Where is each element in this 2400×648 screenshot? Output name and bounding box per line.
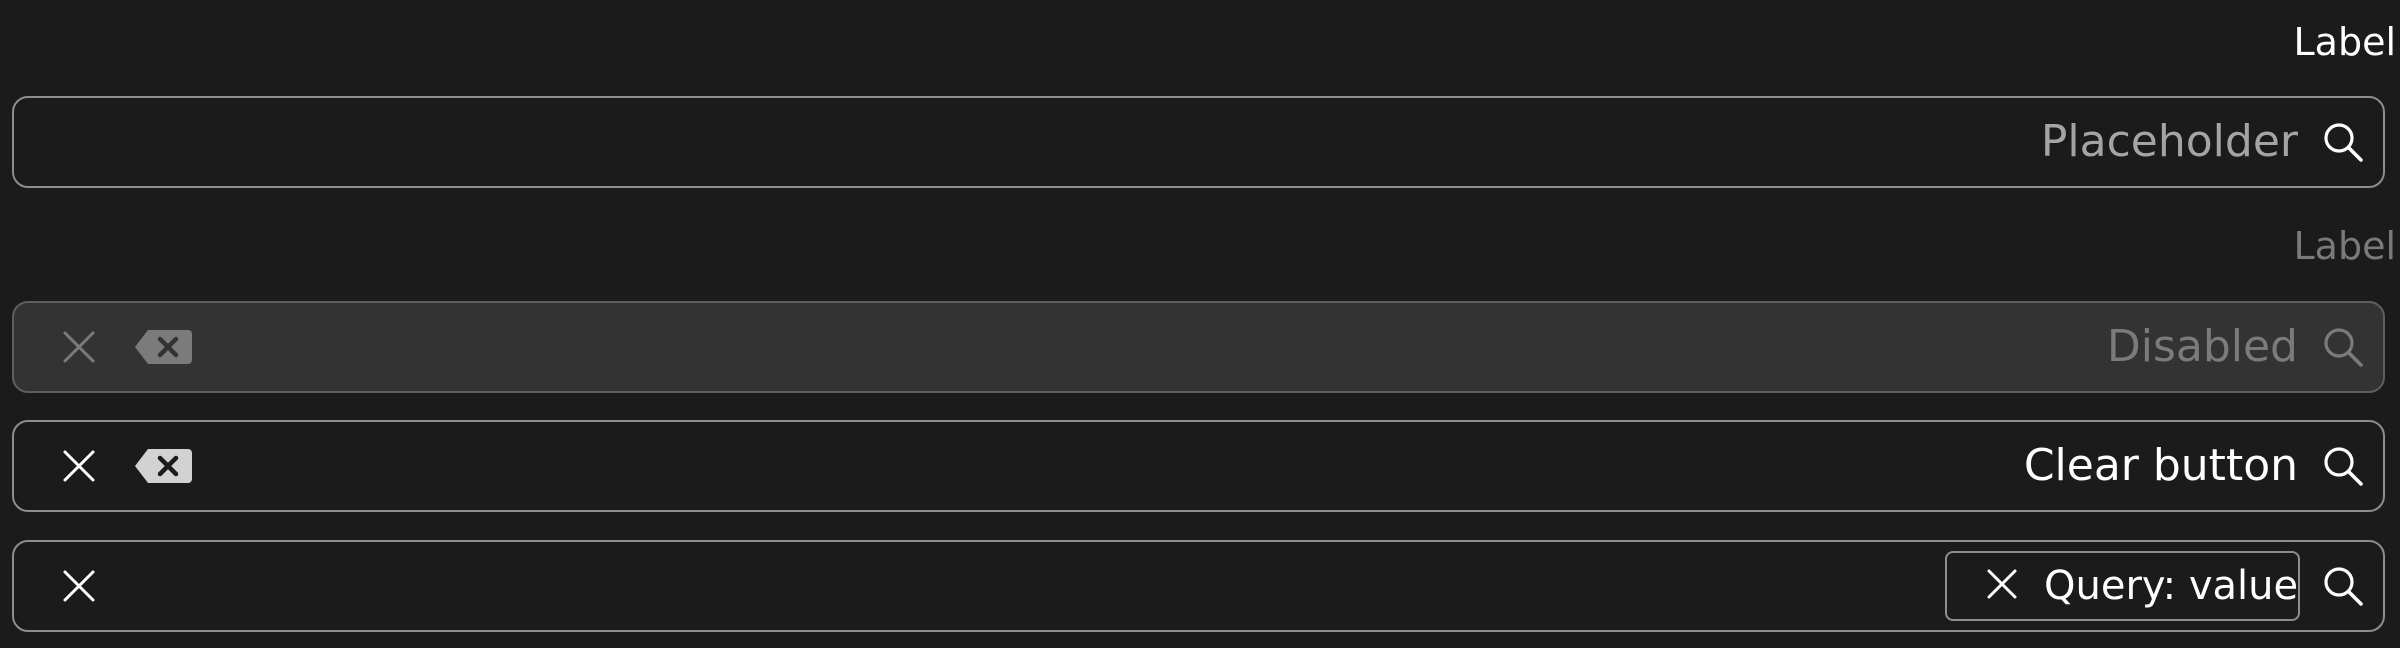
field-label: Label bbox=[2293, 20, 2396, 64]
search-icon bbox=[2321, 325, 2365, 369]
search-field-with-chip[interactable]: Query: value bbox=[12, 540, 2385, 632]
query-chip-label: Query: value bbox=[2044, 563, 2299, 609]
search-input-disabled: Disabled bbox=[2106, 321, 2298, 372]
query-chip[interactable]: Query: value bbox=[1945, 551, 2300, 621]
search-icon[interactable] bbox=[2321, 444, 2365, 488]
search-input-value[interactable]: Clear button bbox=[2024, 444, 2298, 488]
field-label-disabled: Label bbox=[2293, 224, 2396, 268]
clear-icon bbox=[61, 329, 97, 365]
search-icon[interactable] bbox=[2321, 120, 2365, 164]
search-field-with-value[interactable]: Clear button bbox=[12, 420, 2385, 512]
backspace-icon bbox=[132, 323, 196, 371]
clear-icon[interactable] bbox=[61, 568, 97, 604]
search-field-disabled: Disabled bbox=[12, 301, 2385, 393]
search-field[interactable]: Placeholder bbox=[12, 96, 2385, 188]
search-icon[interactable] bbox=[2321, 564, 2365, 608]
search-input-placeholder[interactable]: Placeholder bbox=[2041, 120, 2298, 164]
chip-remove-icon[interactable] bbox=[1985, 567, 2019, 605]
backspace-icon[interactable] bbox=[132, 442, 196, 490]
clear-icon[interactable] bbox=[61, 448, 97, 484]
